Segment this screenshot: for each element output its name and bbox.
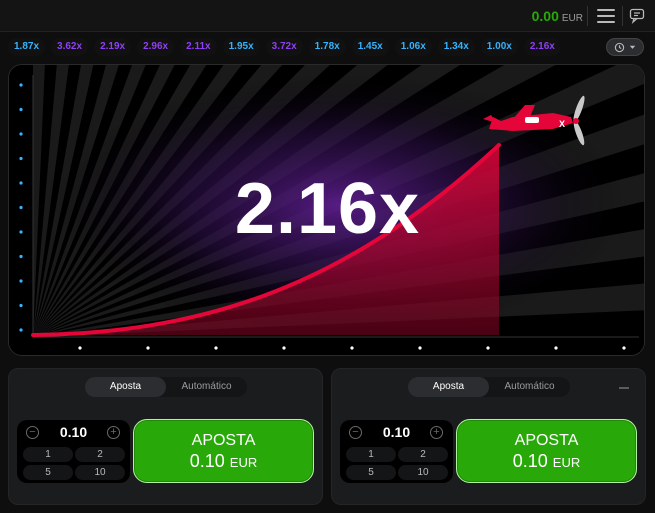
history-multiplier[interactable]: 1.78x	[308, 38, 346, 56]
y-axis-dot	[19, 303, 23, 308]
history-multiplier[interactable]: 2.16x	[523, 38, 561, 56]
history-multiplier[interactable]: 2.96x	[137, 38, 175, 56]
tab-automatico[interactable]: Automático	[166, 377, 247, 397]
tab-aposta[interactable]: Aposta	[85, 377, 166, 397]
chat-icon[interactable]	[629, 7, 647, 25]
history-multiplier[interactable]: 1.95x	[222, 38, 260, 56]
quick-amount-button[interactable]: 2	[75, 447, 125, 462]
history-multiplier[interactable]: 3.72x	[265, 38, 303, 56]
tab-aposta[interactable]: Aposta	[408, 377, 489, 397]
game-canvas: X 2.16x	[8, 64, 645, 356]
y-axis-dot	[19, 328, 23, 332]
history-multiplier[interactable]: 2.11x	[180, 38, 217, 56]
stake-value[interactable]: 0.10	[45, 424, 102, 440]
hamburger-menu-icon[interactable]	[597, 9, 615, 23]
history-multiplier[interactable]: 1.06x	[394, 38, 432, 56]
place-bet-button[interactable]: APOSTA 0.10 EUR	[133, 419, 314, 483]
y-axis-dot	[19, 254, 23, 259]
decrease-stake-button[interactable]: −	[26, 426, 39, 439]
quick-amount-button[interactable]: 1	[346, 447, 396, 462]
stake-control: − 0.10 + 1 2 5 10	[17, 420, 130, 483]
chevron-down-icon	[629, 45, 635, 49]
bet-button-amount: 0.10 EUR	[189, 451, 258, 471]
bet-panel-1: Aposta Automático − 0.10 + 1 2 5 10 APOS…	[8, 368, 323, 505]
multiplier-history-list: 1.87x 3.62x 2.19x 2.96x 2.11x 1.95x 3.72x 1.78x…	[8, 38, 567, 56]
svg-text:X: X	[559, 119, 565, 129]
quick-amount-button[interactable]: 5	[346, 465, 396, 480]
aviator-game-screen: 0.00 EUR 1.87x 3.62x 2.19x 2.96x 2.11x 1.95x 3…	[0, 0, 655, 513]
decrease-stake-button[interactable]: −	[349, 426, 362, 439]
x-axis-dot	[622, 346, 626, 350]
increase-stake-button[interactable]: +	[107, 426, 120, 439]
x-axis-dot	[146, 346, 150, 350]
history-multiplier[interactable]: 1.00x	[480, 38, 518, 56]
history-toggle-button[interactable]	[606, 38, 644, 56]
history-multiplier[interactable]: 1.34x	[437, 38, 475, 56]
y-axis-dot	[19, 107, 23, 112]
y-axis-dot	[19, 132, 23, 136]
balance-currency: EUR	[561, 13, 583, 24]
bet-button-amount: 0.10 EUR	[512, 451, 581, 471]
stake-control: − 0.10 + 1 2 5 10	[340, 420, 453, 483]
x-axis-dot	[486, 346, 490, 350]
bet-mode-tabs: Aposta Automático	[85, 377, 247, 397]
balance-amount: 0.00	[531, 8, 559, 24]
history-multiplier[interactable]: 1.45x	[351, 38, 389, 56]
place-bet-button[interactable]: APOSTA 0.10 EUR	[456, 419, 637, 483]
increase-stake-button[interactable]: +	[430, 426, 443, 439]
quick-amount-button[interactable]: 5	[23, 465, 73, 480]
x-axis-dot	[282, 346, 286, 350]
quick-amount-button[interactable]: 10	[75, 465, 125, 480]
quick-amount-button[interactable]: 10	[398, 465, 448, 480]
history-multiplier[interactable]: 2.19x	[94, 38, 132, 56]
top-bar: 0.00 EUR	[0, 0, 655, 32]
x-axis-dot	[350, 346, 354, 350]
quick-amount-button[interactable]: 2	[398, 447, 448, 462]
bet-mode-tabs: Aposta Automático	[408, 377, 570, 397]
balance: 0.00 EUR	[532, 8, 583, 24]
multiplier-history: 1.87x 3.62x 2.19x 2.96x 2.11x 1.95x 3.72x 1.78x…	[8, 36, 648, 58]
x-axis-dot	[214, 346, 218, 350]
stake-value[interactable]: 0.10	[368, 424, 425, 440]
bet-button-label: APOSTA	[191, 432, 256, 449]
bet-button-label: APOSTA	[514, 432, 579, 449]
bet-panel-2: Aposta Automático − 0.10 + 1 2 5 10 APOS…	[331, 368, 646, 505]
x-axis-dot	[78, 346, 82, 350]
history-multiplier[interactable]: 3.62x	[51, 38, 89, 56]
y-axis-dot	[19, 279, 23, 283]
y-axis-dot	[19, 156, 23, 161]
history-multiplier[interactable]: 1.87x	[8, 38, 46, 56]
x-axis-dot	[418, 346, 422, 350]
current-multiplier: 2.16x	[234, 169, 421, 249]
tab-automatico[interactable]: Automático	[489, 377, 570, 397]
remove-bet-panel-button[interactable]	[619, 387, 629, 389]
divider	[622, 6, 623, 26]
quick-amount-button[interactable]: 1	[23, 447, 73, 462]
clock-history-icon	[614, 42, 624, 52]
y-axis-dot	[19, 83, 23, 87]
divider	[587, 6, 588, 26]
x-axis-dot	[554, 346, 558, 350]
